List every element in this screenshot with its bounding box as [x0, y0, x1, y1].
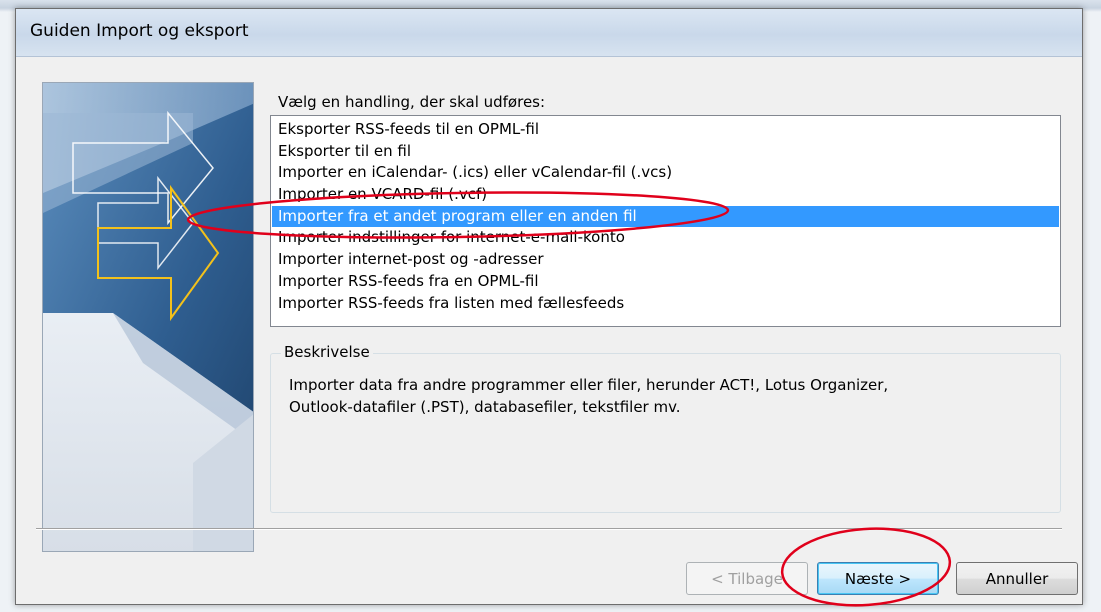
list-item-import-internet-mail[interactable]: Importer internet-post og -adresser [272, 249, 1059, 271]
list-item-import-icalendar[interactable]: Importer en iCalendar- (.ics) eller vCal… [272, 162, 1059, 184]
list-item-import-rss-common[interactable]: Importer RSS-feeds fra listen med fælles… [272, 293, 1059, 315]
list-item-import-other-program[interactable]: Importer fra et andet program eller en a… [272, 205, 1059, 228]
list-item-export-file[interactable]: Eksporter til en fil [272, 141, 1059, 163]
description-text: Importer data fra andre programmer eller… [289, 374, 1029, 418]
description-legend: Beskrivelse [281, 343, 373, 361]
button-separator [36, 528, 1062, 530]
title-bar[interactable]: Guiden Import og eksport [16, 9, 1082, 57]
cancel-button[interactable]: Annuller [956, 562, 1078, 595]
list-item-import-vcard[interactable]: Importer en VCARD-fil (.vcf) [272, 184, 1059, 206]
arrow-graphic [43, 83, 253, 551]
wizard-banner-image [42, 82, 254, 552]
description-line-2: Outlook-datafiler (.PST), databasefiler,… [289, 398, 681, 416]
dialog-body: Vælg en handling, der skal udføres: Eksp… [24, 57, 1078, 596]
description-line-1: Importer data fra andre programmer eller… [289, 376, 889, 394]
description-groupbox: Beskrivelse Importer data fra andre prog… [270, 343, 1061, 513]
next-button[interactable]: Næste > [817, 562, 939, 595]
import-export-wizard-dialog: Guiden Import og eksport Vælg en handlin… [15, 8, 1083, 605]
list-item-import-rss-opml[interactable]: Importer RSS-feeds fra en OPML-fil [272, 271, 1059, 293]
list-item-export-rss-opml[interactable]: Eksporter RSS-feeds til en OPML-fil [272, 119, 1059, 141]
window-title: Guiden Import og eksport [30, 21, 249, 41]
action-listbox[interactable]: Eksporter RSS-feeds til en OPML-fil Eksp… [270, 115, 1061, 327]
action-prompt-label: Vælg en handling, der skal udføres: [278, 93, 546, 111]
list-item-import-email-settings[interactable]: Importer indstillinger for internet-e-ma… [272, 227, 1059, 249]
back-button[interactable]: < Tilbage [686, 562, 808, 595]
